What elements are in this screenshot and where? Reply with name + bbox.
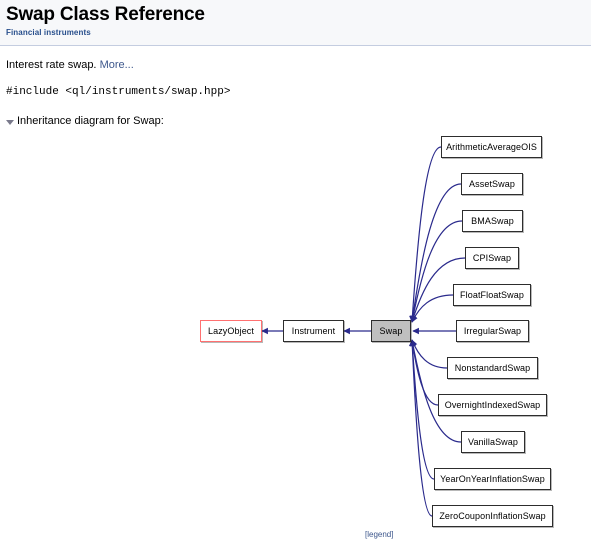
- inheritance-diagram-caption: Inheritance diagram for Swap:: [17, 115, 164, 127]
- page-subtitle: Financial instruments: [6, 28, 91, 37]
- brief-description: Interest rate swap. More...: [6, 59, 585, 72]
- diagram-node-label: VanillaSwap: [468, 436, 518, 447]
- diagram-node-label: Instrument: [291, 325, 336, 336]
- legend-link[interactable]: [legend]: [365, 530, 393, 539]
- diagram-node-vanillaswap[interactable]: VanillaSwap: [461, 431, 525, 453]
- diagram-edge-floatfloatswap-to-swap: [411, 294, 454, 323]
- chevron-down-icon[interactable]: [6, 120, 14, 125]
- diagram-node-zerocouponinflationswap[interactable]: ZeroCouponInflationSwap: [432, 505, 553, 527]
- diagram-node-arithmeticaverageois[interactable]: ArithmeticAverageOIS: [441, 136, 542, 158]
- diagram-node-assetswap[interactable]: AssetSwap: [461, 173, 523, 195]
- more-link[interactable]: More...: [100, 59, 134, 71]
- diagram-node-nonstandardswap[interactable]: NonstandardSwap: [447, 357, 538, 379]
- diagram-node-label: AssetSwap: [469, 178, 515, 189]
- page-header: Swap Class Reference Financial instrumen…: [0, 0, 591, 46]
- diagram-node-floatfloatswap[interactable]: FloatFloatSwap: [453, 284, 531, 306]
- diagram-node-label: LazyObject: [207, 325, 255, 336]
- diagram-node-bvaswap[interactable]: BMASwap: [462, 210, 523, 232]
- diagram-node-label: ArithmeticAverageOIS: [446, 141, 537, 152]
- brief-text: Interest rate swap.: [6, 59, 97, 71]
- diagram-node-label: ZeroCouponInflationSwap: [439, 510, 546, 521]
- diagram-node-label: OvernightIndexedSwap: [444, 399, 541, 410]
- diagram-node-cpiswap[interactable]: CPISwap: [465, 247, 519, 269]
- include-statement: #include <ql/instruments/swap.hpp>: [6, 86, 231, 98]
- diagram-node-label: BMASwap: [471, 215, 514, 226]
- diagram-node-instrument[interactable]: Instrument: [283, 320, 344, 342]
- page-content: Interest rate swap. More... #include <ql…: [0, 59, 591, 128]
- diagram-node-label: NonstandardSwap: [454, 362, 531, 373]
- inheritance-diagram: LazyObject Instrument Swap ArithmeticAverag…: [0, 132, 585, 552]
- diagram-node-label: YearOnYearInflationSwap: [440, 473, 545, 484]
- inheritance-diagram-toggle[interactable]: Inheritance diagram for Swap:: [6, 115, 585, 128]
- diagram-node-label: CPISwap: [472, 252, 512, 263]
- diagram-node-overnightindexedswap[interactable]: OvernightIndexedSwap: [438, 394, 547, 416]
- diagram-node-irregularswap[interactable]: IrregularSwap: [456, 320, 529, 342]
- diagram-node-label: FloatFloatSwap: [460, 289, 524, 300]
- diagram-node-lazyobject[interactable]: LazyObject: [200, 320, 262, 342]
- diagram-node-label: IrregularSwap: [463, 325, 522, 336]
- diagram-node-swap[interactable]: Swap: [371, 320, 411, 342]
- page-title: Swap Class Reference: [6, 4, 205, 25]
- diagram-node-label: Swap: [379, 325, 403, 336]
- diagram-edge-zerocouponinflationswap-to-swap: [408, 339, 433, 517]
- diagram-node-yearonyearinflationswap[interactable]: YearOnYearInflationSwap: [434, 468, 551, 490]
